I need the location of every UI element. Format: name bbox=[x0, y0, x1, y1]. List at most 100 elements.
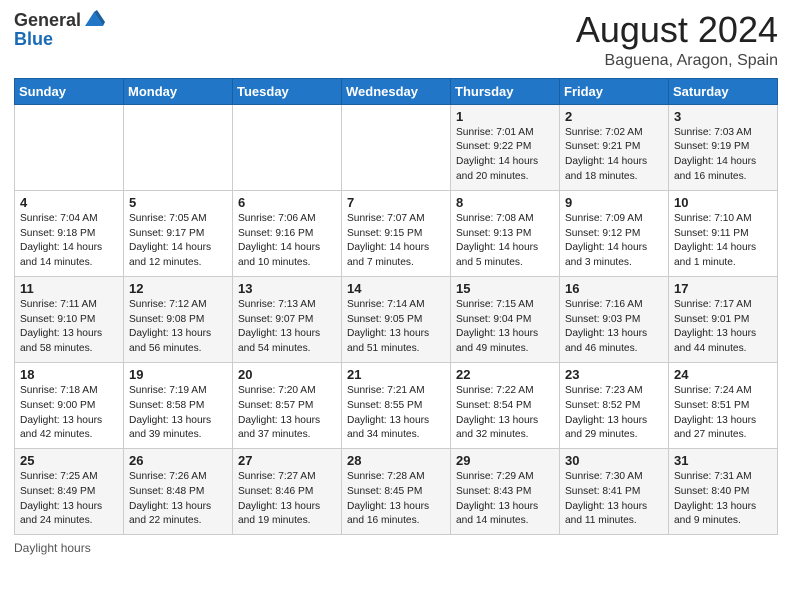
cell-0-5: 2Sunrise: 7:02 AMSunset: 9:21 PMDaylight… bbox=[560, 104, 669, 190]
cell-sunrise: Sunrise: 7:19 AM bbox=[129, 385, 207, 396]
cell-sunrise: Sunrise: 7:26 AM bbox=[129, 471, 207, 482]
cell-daylight: Daylight: 13 hours and 27 minutes. bbox=[674, 415, 756, 441]
cell-daylight: Daylight: 13 hours and 34 minutes. bbox=[347, 415, 429, 441]
header-saturday: Saturday bbox=[669, 78, 778, 104]
cell-sunset: Sunset: 8:57 PM bbox=[238, 400, 313, 411]
cell-sunrise: Sunrise: 7:13 AM bbox=[238, 299, 316, 310]
cell-daylight: Daylight: 13 hours and 24 minutes. bbox=[20, 501, 102, 527]
cell-info: Sunrise: 7:27 AM Sunset: 8:46 PM Daylight:… bbox=[238, 470, 336, 529]
cell-daylight: Daylight: 13 hours and 19 minutes. bbox=[238, 501, 320, 527]
cell-daylight: Daylight: 13 hours and 44 minutes. bbox=[674, 328, 756, 354]
cell-sunrise: Sunrise: 7:11 AM bbox=[20, 299, 97, 310]
cell-info: Sunrise: 7:16 AMSunset: 9:03 PMDaylight:… bbox=[565, 298, 663, 357]
cell-sunset: Sunset: 8:43 PM bbox=[456, 486, 531, 497]
cell-sunrise: Sunrise: 7:25 AM bbox=[20, 471, 98, 482]
cell-2-6: 17Sunrise: 7:17 AMSunset: 9:01 PMDayligh… bbox=[669, 276, 778, 362]
cell-4-0: 25Sunrise: 7:25 AMSunset: 8:49 PMDayligh… bbox=[15, 449, 124, 535]
cell-info: Sunrise: 7:13 AM Sunset: 9:07 PM Daylight:… bbox=[238, 298, 336, 357]
cell-2-2: 13Sunrise: 7:13 AMSunset: 9:07 PMDayligh… bbox=[233, 276, 342, 362]
cell-day-number: 6 bbox=[238, 195, 336, 210]
cell-sunrise: Sunrise: 7:27 AM bbox=[238, 471, 316, 482]
cell-sunset: Sunset: 9:08 PM bbox=[129, 314, 204, 325]
cell-info: Sunrise: 7:23 AMSunset: 8:52 PMDaylight:… bbox=[565, 384, 663, 443]
cell-info: Sunrise: 7:30 AMSunset: 8:41 PMDaylight:… bbox=[565, 470, 663, 529]
cell-info: Sunrise: 7:01 AMSunset: 9:22 PMDaylight:… bbox=[456, 126, 554, 185]
cell-0-3 bbox=[342, 104, 451, 190]
cell-sunset: Sunset: 8:46 PM bbox=[238, 486, 313, 497]
week-row-1: 1Sunrise: 7:01 AMSunset: 9:22 PMDaylight… bbox=[15, 104, 778, 190]
week-row-3: 11Sunrise: 7:11 AMSunset: 9:10 PMDayligh… bbox=[15, 276, 778, 362]
cell-1-3: 7Sunrise: 7:07 AMSunset: 9:15 PMDaylight… bbox=[342, 190, 451, 276]
cell-day-number: 19 bbox=[129, 367, 227, 382]
cell-daylight: Daylight: 13 hours and 51 minutes. bbox=[347, 328, 429, 354]
cell-day-number: 3 bbox=[674, 109, 772, 124]
cell-day-number: 8 bbox=[456, 195, 554, 210]
cell-daylight: Daylight: 13 hours and 42 minutes. bbox=[20, 415, 102, 441]
cell-sunset: Sunset: 8:41 PM bbox=[565, 486, 640, 497]
logo-blue-text: Blue bbox=[14, 30, 105, 48]
cell-sunrise: Sunrise: 7:14 AM bbox=[347, 299, 425, 310]
page: General Blue August 2024 Baguena, Aragon… bbox=[0, 0, 792, 612]
cell-sunset: Sunset: 9:05 PM bbox=[347, 314, 422, 325]
cell-daylight: Daylight: 14 hours and 7 minutes. bbox=[347, 242, 429, 268]
cell-day-number: 11 bbox=[20, 281, 118, 296]
cell-info: Sunrise: 7:09 AMSunset: 9:12 PMDaylight:… bbox=[565, 212, 663, 271]
cell-daylight: Daylight: 13 hours and 37 minutes. bbox=[238, 415, 320, 441]
cell-daylight: Daylight: 13 hours and 54 minutes. bbox=[238, 328, 320, 354]
cell-sunrise: Sunrise: 7:03 AM bbox=[674, 127, 752, 138]
cell-0-1 bbox=[124, 104, 233, 190]
cell-daylight: Daylight: 13 hours and 46 minutes. bbox=[565, 328, 647, 354]
cell-sunset: Sunset: 8:55 PM bbox=[347, 400, 422, 411]
cell-4-4: 29Sunrise: 7:29 AMSunset: 8:43 PMDayligh… bbox=[451, 449, 560, 535]
cell-day-number: 25 bbox=[20, 453, 118, 468]
cell-4-1: 26 Sunrise: 7:26 AMSunset: 8:48 PMDayligh… bbox=[124, 449, 233, 535]
cell-day-number: 22 bbox=[456, 367, 554, 382]
cell-sunrise: Sunrise: 7:06 AM bbox=[238, 213, 316, 224]
cell-sunset: Sunset: 9:01 PM bbox=[674, 314, 749, 325]
cell-sunrise: Sunrise: 7:30 AM bbox=[565, 471, 643, 482]
cell-day-number: 31 bbox=[674, 453, 772, 468]
cell-day-number: 4 bbox=[20, 195, 118, 210]
cell-daylight: Daylight: 14 hours and 5 minutes. bbox=[456, 242, 538, 268]
cell-day-number: 26 bbox=[129, 453, 227, 468]
cell-sunrise: Sunrise: 7:07 AM bbox=[347, 213, 425, 224]
cell-info: Sunrise: 7:15 AMSunset: 9:04 PMDaylight:… bbox=[456, 298, 554, 357]
logo: General Blue bbox=[14, 10, 105, 48]
cell-1-6: 10Sunrise: 7:10 AMSunset: 9:11 PMDayligh… bbox=[669, 190, 778, 276]
cell-sunset: Sunset: 9:13 PM bbox=[456, 228, 531, 239]
cell-sunset: Sunset: 9:00 PM bbox=[20, 400, 95, 411]
cell-1-4: 8Sunrise: 7:08 AMSunset: 9:13 PMDaylight… bbox=[451, 190, 560, 276]
cell-info: Sunrise: 7:03 AMSunset: 9:19 PMDaylight:… bbox=[674, 126, 772, 185]
cell-sunrise: Sunrise: 7:24 AM bbox=[674, 385, 752, 396]
cell-info: Sunrise: 7:18 AMSunset: 9:00 PMDaylight:… bbox=[20, 384, 118, 443]
cell-info: Sunrise: 7:26 AMSunset: 8:48 PMDaylight:… bbox=[129, 470, 227, 529]
cell-4-2: 27Sunrise: 7:27 AMSunset: 8:46 PMDayligh… bbox=[233, 449, 342, 535]
cell-daylight: Daylight: 14 hours and 14 minutes. bbox=[20, 242, 102, 268]
cell-info: Sunrise: 7:14 AM Sunset: 9:05 PM Daylight:… bbox=[347, 298, 445, 357]
cell-info: Sunrise: 7:31 AMSunset: 8:40 PMDaylight:… bbox=[674, 470, 772, 529]
cell-info: Sunrise: 7:04 AMSunset: 9:18 PMDaylight:… bbox=[20, 212, 118, 271]
cell-day-number: 5 bbox=[129, 195, 227, 210]
main-title: August 2024 bbox=[576, 10, 778, 50]
cell-daylight: Daylight: 13 hours and 29 minutes. bbox=[565, 415, 647, 441]
cell-day-number: 23 bbox=[565, 367, 663, 382]
cell-sunrise: Sunrise: 7:02 AM bbox=[565, 127, 643, 138]
cell-sunset: Sunset: 9:07 PM bbox=[238, 314, 313, 325]
cell-sunset: Sunset: 8:52 PM bbox=[565, 400, 640, 411]
cell-day-number: 12 bbox=[129, 281, 227, 296]
cell-3-5: 23 Sunrise: 7:23 AMSunset: 8:52 PMDayligh… bbox=[560, 362, 669, 448]
header-friday: Friday bbox=[560, 78, 669, 104]
cell-sunset: Sunset: 9:16 PM bbox=[238, 228, 313, 239]
subtitle: Baguena, Aragon, Spain bbox=[576, 52, 778, 70]
cell-sunset: Sunset: 8:40 PM bbox=[674, 486, 749, 497]
cell-day-number: 18 bbox=[20, 367, 118, 382]
week-row-5: 25Sunrise: 7:25 AMSunset: 8:49 PMDayligh… bbox=[15, 449, 778, 535]
cell-daylight: Daylight: 14 hours and 18 minutes. bbox=[565, 156, 647, 182]
cell-sunrise: Sunrise: 7:21 AM bbox=[347, 385, 425, 396]
cell-info: Sunrise: 7:20 AMSunset: 8:57 PMDaylight:… bbox=[238, 384, 336, 443]
cell-info: Sunrise: 7:07 AMSunset: 9:15 PMDaylight:… bbox=[347, 212, 445, 271]
cell-sunset: Sunset: 9:18 PM bbox=[20, 228, 95, 239]
cell-daylight: Daylight: 14 hours and 1 minute. bbox=[674, 242, 756, 268]
cell-info: Sunrise: 7:24 AMSunset: 8:51 PMDaylight:… bbox=[674, 384, 772, 443]
cell-day-number: 17 bbox=[674, 281, 772, 296]
